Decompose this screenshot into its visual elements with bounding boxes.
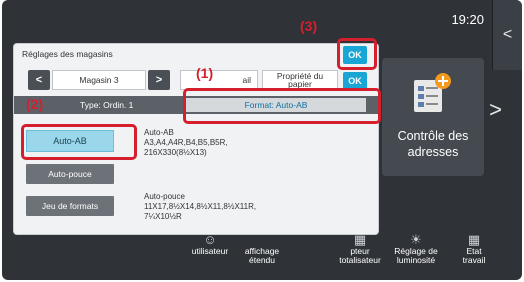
chevron-left-icon: < xyxy=(35,74,43,86)
clock: 19:20 xyxy=(451,12,484,27)
job-status-icon: ▦ xyxy=(467,232,481,247)
tab-paper-property[interactable]: Propriété du papier xyxy=(262,70,338,90)
address-control-label: Contrôle des adresses xyxy=(397,129,469,159)
paper-type-label: Type: Ordin. 1 xyxy=(80,100,134,110)
callout-label-3: (3) xyxy=(300,18,318,34)
callout-box-2 xyxy=(21,124,137,160)
auto-ab-description: Auto-AB A3,A4,A4R,B4,B5,B5R, 216X330(8½X… xyxy=(144,128,228,157)
next-page-arrow[interactable]: > xyxy=(489,97,502,123)
dialog-title: Réglages des magasins xyxy=(22,49,113,59)
brightness-shortcut[interactable]: ☀ Réglage de luminosité xyxy=(388,222,444,265)
chevron-left-icon: < xyxy=(502,26,513,43)
size-set-button[interactable]: Jeu de formats xyxy=(26,196,114,216)
address-book-icon xyxy=(414,73,451,112)
chevron-right-icon: > xyxy=(489,97,502,122)
collapse-panel-button[interactable]: < xyxy=(492,0,522,70)
callout-box-1 xyxy=(183,88,381,124)
auto-pouce-button[interactable]: Auto-pouce xyxy=(26,164,114,184)
brightness-icon: ☀ xyxy=(410,232,422,247)
tab-detail[interactable]: ail xyxy=(180,70,258,90)
chevron-right-icon: > xyxy=(155,74,163,86)
tab-magasin-3[interactable]: Magasin 3 xyxy=(52,70,146,90)
next-tray-button[interactable]: > xyxy=(148,70,170,90)
callout-box-3 xyxy=(337,38,377,70)
callout-label-2: (2) xyxy=(26,96,44,112)
auto-pouce-description: Auto-pouce 11X17,8½X14,8½X11,8½X11R, 7¼X… xyxy=(144,192,257,221)
prev-tray-button[interactable]: < xyxy=(28,70,50,90)
callout-label-1: (1) xyxy=(196,65,214,81)
job-status-shortcut[interactable]: ▦ Etat travail xyxy=(446,222,502,265)
address-control-tile[interactable]: Contrôle des adresses xyxy=(382,58,484,176)
